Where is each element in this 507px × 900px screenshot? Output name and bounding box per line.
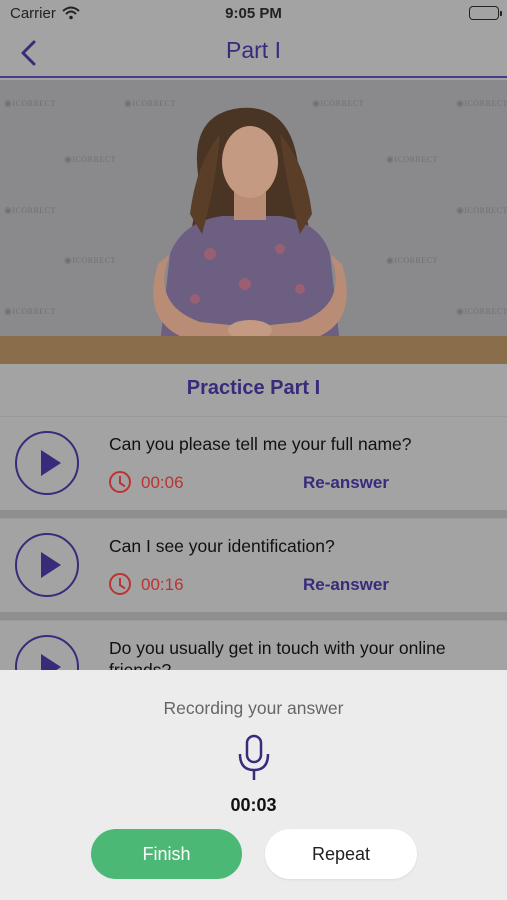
microphone-icon	[237, 734, 271, 787]
watermark: ICORRECT	[64, 154, 116, 165]
navigation-bar: Part I	[0, 28, 507, 78]
page-title: Part I	[226, 37, 281, 63]
video-player[interactable]: ICORRECT ICORRECT ICORRECT ICORRECT ICOR…	[0, 80, 507, 364]
divider	[0, 612, 507, 620]
clock-time: 9:05 PM	[225, 5, 282, 22]
section-title: Practice Part I	[186, 377, 321, 399]
reanswer-button[interactable]: Re-answer	[303, 473, 389, 493]
divider	[0, 510, 507, 518]
watermark: ICORRECT	[386, 255, 438, 266]
question-card: Can I see your identification? 00:16 Re-…	[0, 518, 507, 612]
recording-timer: 00:03	[230, 795, 277, 815]
answer-duration: 00:06	[141, 473, 184, 492]
watermark: ICORRECT	[64, 255, 116, 266]
clock-icon	[109, 471, 131, 493]
recording-status-label: Recording your answer	[163, 698, 344, 718]
question-card: Do you usually get in touch with your on…	[0, 620, 507, 670]
question-card: Can you please tell me your full name? 0…	[0, 416, 507, 510]
watermark: ICORRECT	[4, 306, 56, 317]
section-header: Practice Part I	[0, 364, 507, 414]
battery-icon	[469, 6, 502, 20]
play-icon[interactable]	[15, 533, 79, 597]
question-text: Can you please tell me your full name?	[109, 434, 412, 454]
finish-button[interactable]: Finish	[91, 829, 242, 879]
watermark: ICORRECT	[456, 98, 507, 109]
watermark: ICORRECT	[4, 98, 56, 109]
watermark: ICORRECT	[386, 154, 438, 165]
repeat-button[interactable]: Repeat	[265, 829, 417, 879]
watermark: ICORRECT	[456, 306, 507, 317]
watermark: ICORRECT	[4, 205, 56, 216]
reanswer-button[interactable]: Re-answer	[303, 575, 389, 595]
play-icon[interactable]	[15, 431, 79, 495]
question-text: Do you usually get in touch with your on…	[109, 638, 446, 670]
status-bar: Carrier 9:05 PM	[0, 0, 507, 28]
answer-duration: 00:16	[141, 575, 184, 594]
presenter-figure	[153, 107, 347, 344]
question-text: Can I see your identification?	[109, 536, 335, 556]
recording-sheet: Recording your answer 00:03 Finish Repea…	[0, 670, 507, 900]
desk	[0, 336, 507, 364]
clock-icon	[109, 573, 131, 595]
watermark: ICORRECT	[456, 205, 507, 216]
play-icon[interactable]	[15, 635, 79, 670]
